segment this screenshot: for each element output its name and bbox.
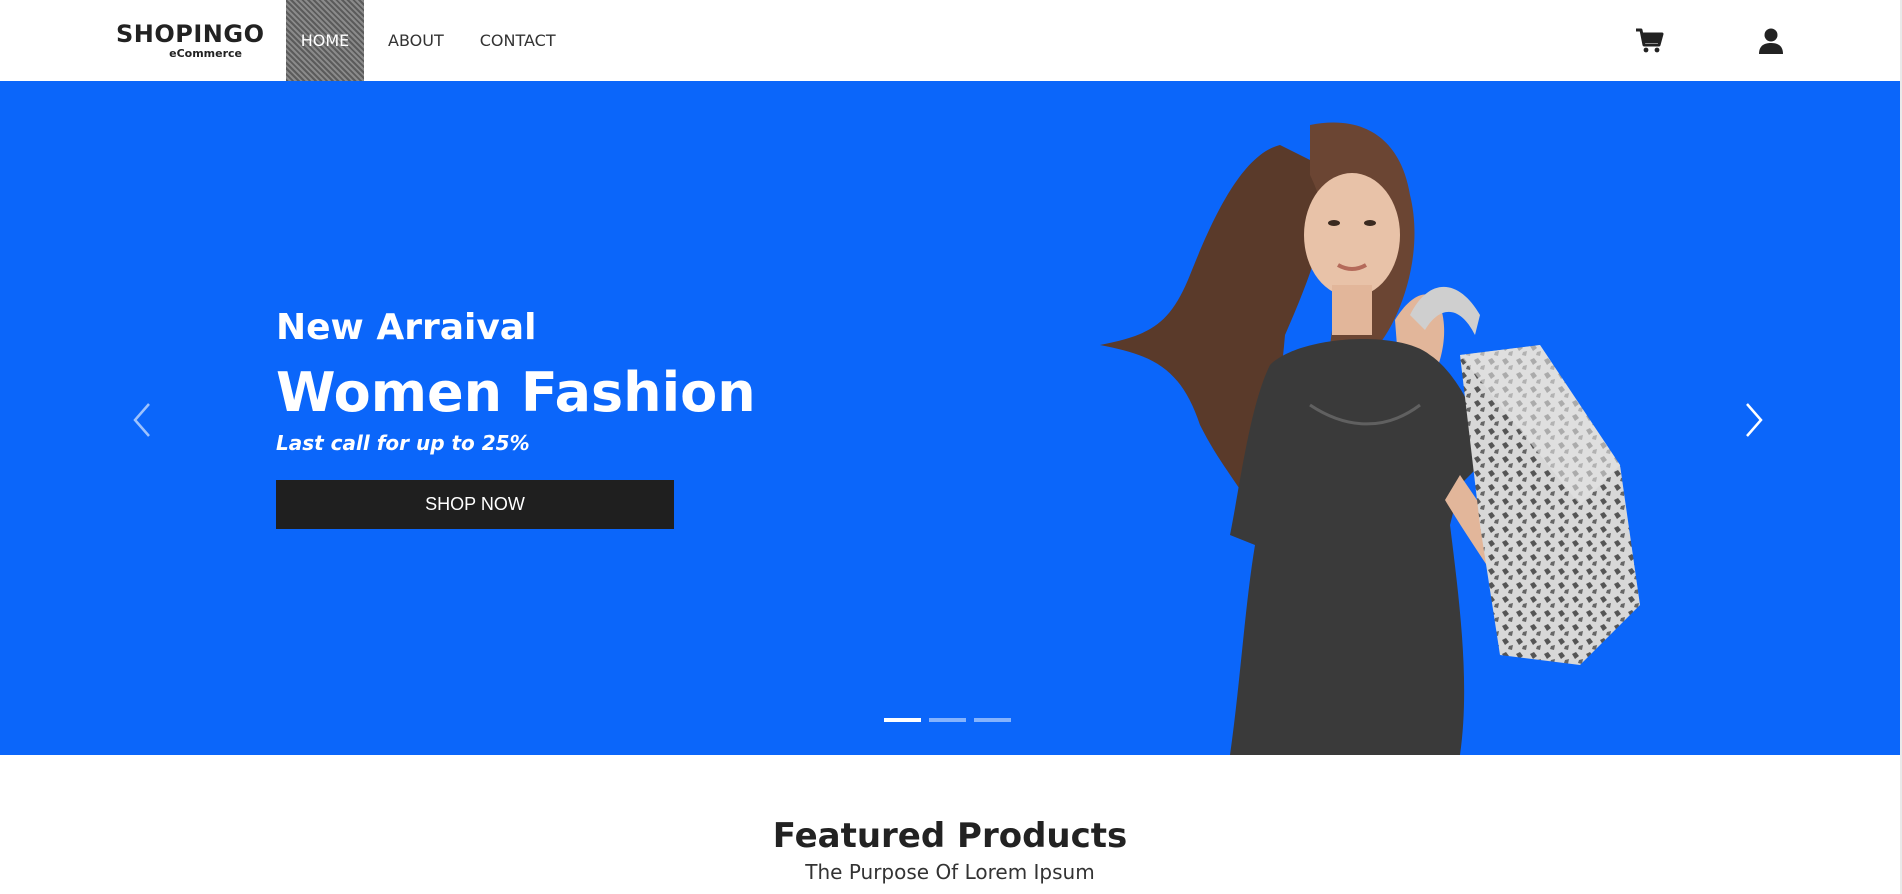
nav-links: HOME ABOUT CONTACT <box>286 0 568 81</box>
featured-products-subtitle: The Purpose Of Lorem Ipsum <box>805 860 1095 884</box>
carousel-prev-button[interactable] <box>122 395 162 445</box>
hero-model-image <box>1080 105 1700 755</box>
chevron-right-icon <box>1746 403 1763 437</box>
brand-logo[interactable]: SHOPINGO eCommerce <box>116 20 264 62</box>
hero-carousel: New Arraival Women Fashion Last call for… <box>0 81 1900 755</box>
featured-products-title: Featured Products <box>772 816 1128 856</box>
carousel-indicator-1[interactable] <box>884 718 921 722</box>
cart-icon[interactable] <box>1634 26 1664 56</box>
carousel-indicators <box>884 718 1011 722</box>
nav-about-link[interactable]: ABOUT <box>376 0 456 81</box>
navbar: SHOPINGO eCommerce HOME ABOUT CONTACT <box>0 0 1900 81</box>
carousel-indicator-2[interactable] <box>929 718 966 722</box>
hero-tagline: Last call for up to 25% <box>276 431 530 455</box>
page: SHOPINGO eCommerce HOME ABOUT CONTACT Ne… <box>0 0 1900 894</box>
hero-title: Women Fashion <box>276 361 756 424</box>
carousel-next-button[interactable] <box>1734 395 1774 445</box>
brand-name: SHOPINGO <box>116 20 265 48</box>
user-icon[interactable] <box>1756 26 1786 56</box>
carousel-indicator-3[interactable] <box>974 718 1011 722</box>
nav-contact-link[interactable]: CONTACT <box>468 0 568 81</box>
hero-subtitle: New Arraival <box>276 307 537 348</box>
nav-home-link[interactable]: HOME <box>286 0 364 81</box>
shop-now-button[interactable]: SHOP NOW <box>276 480 674 529</box>
brand-tagline: eCommerce <box>169 47 242 60</box>
chevron-left-icon <box>133 403 150 437</box>
